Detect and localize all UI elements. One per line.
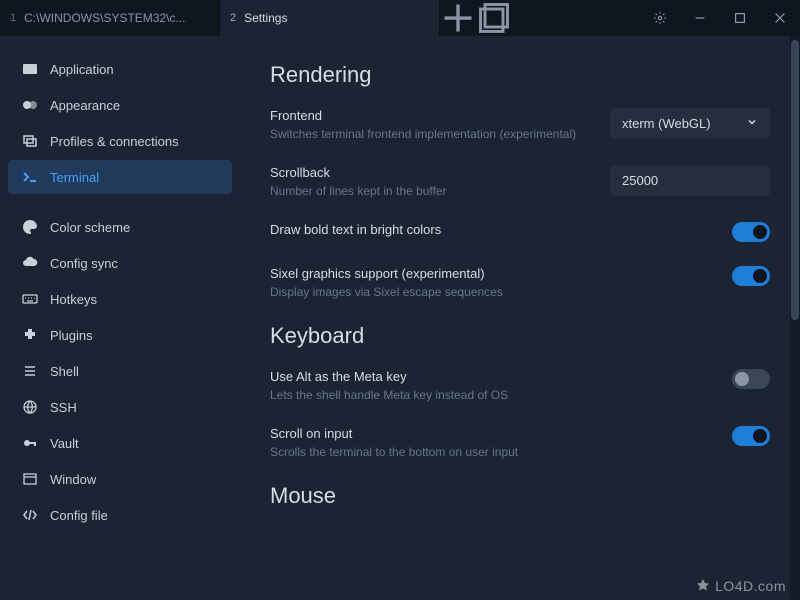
tab-settings[interactable]: 2 Settings xyxy=(220,0,440,36)
setting-label: Sixel graphics support (experimental) xyxy=(270,266,712,281)
tab-title: C:\WINDOWS\SYSTEM32\c... xyxy=(24,11,185,25)
tab-title: Settings xyxy=(244,11,287,25)
terminal-icon xyxy=(22,169,38,185)
sidebar-item-window[interactable]: Window xyxy=(8,462,232,496)
select-value: xterm (WebGL) xyxy=(622,116,711,131)
tab-index: 1 xyxy=(10,12,16,24)
maximize-button[interactable] xyxy=(720,0,760,36)
minimize-button[interactable] xyxy=(680,0,720,36)
scroll-input-toggle[interactable] xyxy=(732,426,770,446)
setting-label: Scrollback xyxy=(270,165,590,180)
puzzle-icon xyxy=(22,327,38,343)
sidebar-item-config-sync[interactable]: Config sync xyxy=(8,246,232,280)
sidebar-item-label: Config sync xyxy=(50,256,118,271)
setting-label: Scroll on input xyxy=(270,426,712,441)
sidebar-item-vault[interactable]: Vault xyxy=(8,426,232,460)
setting-bold-bright: Draw bold text in bright colors xyxy=(270,222,770,242)
sixel-toggle[interactable] xyxy=(732,266,770,286)
chevron-down-icon xyxy=(746,116,758,131)
sidebar-item-profiles[interactable]: Profiles & connections xyxy=(8,124,232,158)
new-tab-button[interactable] xyxy=(440,0,476,36)
settings-gear-icon[interactable] xyxy=(640,0,680,36)
sidebar-item-shell[interactable]: Shell xyxy=(8,354,232,388)
sidebar-item-label: Shell xyxy=(50,364,79,379)
setting-scrollback: Scrollback Number of lines kept in the b… xyxy=(270,165,770,198)
setting-label: Use Alt as the Meta key xyxy=(270,369,712,384)
key-icon xyxy=(22,435,38,451)
setting-description: Lets the shell handle Meta key instead o… xyxy=(270,388,712,402)
sidebar-item-label: Terminal xyxy=(50,170,99,185)
sidebar-item-label: Color scheme xyxy=(50,220,130,235)
window-controls xyxy=(640,0,800,36)
sidebar-item-ssh[interactable]: SSH xyxy=(8,390,232,424)
scrollback-input[interactable] xyxy=(610,165,770,196)
sidebar-item-label: Plugins xyxy=(50,328,93,343)
frontend-select[interactable]: xterm (WebGL) xyxy=(610,108,770,139)
setting-scroll-input: Scroll on input Scrolls the terminal to … xyxy=(270,426,770,459)
watermark: LO4D.com xyxy=(695,578,786,594)
windows-tabs-icon[interactable] xyxy=(476,0,512,36)
sidebar-item-label: Window xyxy=(50,472,96,487)
setting-label: Frontend xyxy=(270,108,590,123)
code-icon xyxy=(22,507,38,523)
setting-description: Display images via Sixel escape sequence… xyxy=(270,285,712,299)
section-keyboard-title: Keyboard xyxy=(270,323,770,349)
setting-alt-meta: Use Alt as the Meta key Lets the shell h… xyxy=(270,369,770,402)
sidebar-item-label: Application xyxy=(50,62,114,77)
setting-description: Switches terminal frontend implementatio… xyxy=(270,127,590,141)
section-rendering-title: Rendering xyxy=(270,62,770,88)
cloud-icon xyxy=(22,255,38,271)
setting-description: Number of lines kept in the buffer xyxy=(270,184,590,198)
palette-icon xyxy=(22,219,38,235)
alt-meta-toggle[interactable] xyxy=(732,369,770,389)
sidebar-item-label: SSH xyxy=(50,400,77,415)
sidebar-item-hotkeys[interactable]: Hotkeys xyxy=(8,282,232,316)
settings-content: Rendering Frontend Switches terminal fro… xyxy=(240,36,800,600)
sidebar-item-label: Appearance xyxy=(50,98,120,113)
profiles-icon xyxy=(22,133,38,149)
sidebar-item-color-scheme[interactable]: Color scheme xyxy=(8,210,232,244)
tab-terminal[interactable]: 1 C:\WINDOWS\SYSTEM32\c... xyxy=(0,0,220,36)
globe-icon xyxy=(22,399,38,415)
bold-bright-toggle[interactable] xyxy=(732,222,770,242)
setting-frontend: Frontend Switches terminal frontend impl… xyxy=(270,108,770,141)
application-icon xyxy=(22,61,38,77)
sidebar-item-label: Hotkeys xyxy=(50,292,97,307)
sidebar-item-label: Profiles & connections xyxy=(50,134,179,149)
sidebar-item-appearance[interactable]: Appearance xyxy=(8,88,232,122)
titlebar: 1 C:\WINDOWS\SYSTEM32\c... 2 Settings xyxy=(0,0,800,36)
setting-sixel: Sixel graphics support (experimental) Di… xyxy=(270,266,770,299)
keyboard-icon xyxy=(22,291,38,307)
scrollbar-thumb[interactable] xyxy=(791,40,799,320)
sidebar-item-label: Config file xyxy=(50,508,108,523)
window-icon xyxy=(22,471,38,487)
sidebar-item-application[interactable]: Application xyxy=(8,52,232,86)
sidebar-item-plugins[interactable]: Plugins xyxy=(8,318,232,352)
sidebar-item-config-file[interactable]: Config file xyxy=(8,498,232,532)
settings-sidebar: Application Appearance Profiles & connec… xyxy=(0,36,240,600)
setting-label: Draw bold text in bright colors xyxy=(270,222,712,237)
tab-index: 2 xyxy=(230,12,236,24)
list-icon xyxy=(22,363,38,379)
sidebar-item-label: Vault xyxy=(50,436,79,451)
close-button[interactable] xyxy=(760,0,800,36)
sidebar-item-terminal[interactable]: Terminal xyxy=(8,160,232,194)
appearance-icon xyxy=(22,97,38,113)
section-mouse-title: Mouse xyxy=(270,483,770,509)
setting-description: Scrolls the terminal to the bottom on us… xyxy=(270,445,712,459)
